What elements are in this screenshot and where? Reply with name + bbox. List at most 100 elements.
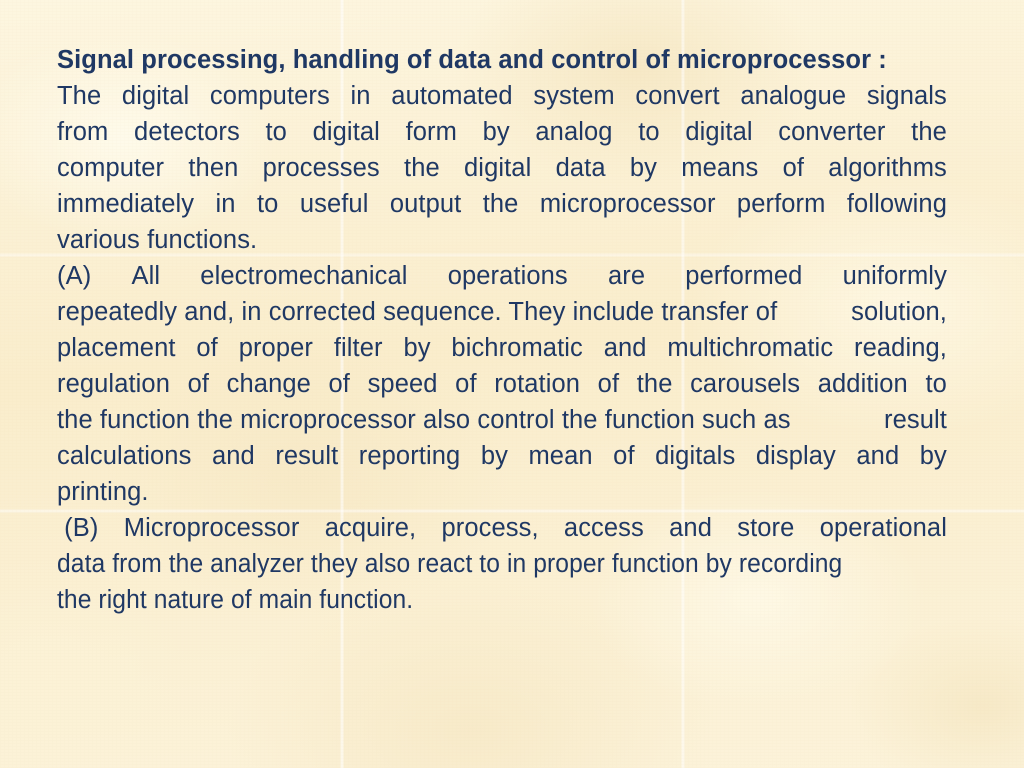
word: filter	[333, 334, 383, 362]
word: carousels	[690, 370, 801, 398]
word: converter	[778, 118, 886, 146]
word: operations	[447, 262, 568, 290]
body-line-5: various functions.	[57, 226, 258, 254]
word: of	[613, 442, 635, 470]
word: of	[597, 370, 620, 398]
word: of	[782, 154, 805, 182]
word: the	[404, 154, 440, 182]
word: operational	[819, 514, 947, 542]
word: multichromatic	[667, 334, 834, 362]
word: analogue	[740, 82, 847, 110]
word: means	[681, 154, 759, 182]
slide-text-block: Signal processing, handling of data and …	[57, 42, 947, 618]
word: display	[755, 442, 836, 470]
word: change	[226, 370, 311, 398]
body-line-9: regulation of change of speed of rotatio…	[57, 366, 947, 402]
word: in	[215, 190, 236, 218]
body-line-6-item-a: (A) All electromechanical operations are…	[57, 258, 947, 294]
word: to	[925, 370, 947, 398]
word-group: repeatedly and, in corrected sequence. T…	[57, 298, 778, 326]
word: regulation	[57, 370, 170, 398]
word: reading,	[854, 334, 947, 362]
word: are	[607, 262, 646, 290]
word: computer	[57, 154, 165, 182]
word: proper	[238, 334, 313, 362]
word: store	[737, 514, 795, 542]
word: digital	[312, 118, 380, 146]
body-line-10: the function the microprocessor also con…	[57, 402, 947, 438]
word: All	[131, 262, 161, 290]
body-line-11: calculations and result reporting by mea…	[57, 438, 947, 474]
word: The	[57, 82, 102, 110]
word: result	[884, 406, 947, 434]
body-line-3: computer then processes the digital data…	[57, 150, 947, 186]
word: digital	[685, 118, 753, 146]
word: result	[275, 442, 339, 470]
word: reporting	[358, 442, 461, 470]
word: analog	[535, 118, 613, 146]
word: detectors	[134, 118, 240, 146]
word: Microprocessor	[123, 514, 300, 542]
body-line-15: the right nature of main function.	[57, 586, 414, 614]
word: by	[629, 154, 658, 182]
body-line-13-item-b: (B) Microprocessor acquire, process, acc…	[57, 510, 947, 546]
word: by	[919, 442, 947, 470]
word: of	[196, 334, 218, 362]
word: digital	[121, 82, 190, 110]
body-line-1: The digital computers in automated syste…	[57, 78, 947, 114]
body-line-2: from detectors to digital form by analog…	[57, 114, 947, 150]
body-line-8: placement of proper filter by bichromati…	[57, 330, 947, 366]
word: in	[350, 82, 371, 110]
word: of	[328, 370, 350, 398]
word: the	[482, 190, 519, 218]
word: microprocessor	[539, 190, 716, 218]
list-label-b: (B)	[57, 514, 99, 542]
word: system	[533, 82, 615, 110]
list-label-a: (A)	[57, 262, 92, 290]
word: computers	[209, 82, 330, 110]
word: following	[846, 190, 947, 218]
word: automated	[391, 82, 513, 110]
word: bichromatic	[451, 334, 583, 362]
word: and	[856, 442, 900, 470]
word: signals	[866, 82, 947, 110]
word: electromechanical	[200, 262, 408, 290]
word: immediately	[57, 190, 195, 218]
body-line-14: data from the analyzer they also react t…	[57, 550, 843, 578]
word: acquire,	[324, 514, 417, 542]
word: useful	[299, 190, 369, 218]
word: the	[911, 118, 947, 146]
word: rotation	[494, 370, 581, 398]
word-group: the function the microprocessor also con…	[57, 406, 791, 434]
word: output	[389, 190, 462, 218]
word: by	[403, 334, 431, 362]
word: and	[669, 514, 712, 542]
slide-heading: Signal processing, handling of data and …	[57, 46, 887, 74]
word: mean	[528, 442, 593, 470]
word: solution,	[851, 298, 947, 326]
word: to	[265, 118, 287, 146]
word: and	[211, 442, 255, 470]
word: addition	[817, 370, 908, 398]
body-line-7: repeatedly and, in corrected sequence. T…	[57, 294, 947, 330]
word: placement	[57, 334, 176, 362]
word: then	[188, 154, 239, 182]
word: data	[555, 154, 606, 182]
word: uniformly	[842, 262, 947, 290]
word: speed	[367, 370, 438, 398]
body-line-12: printing.	[57, 478, 149, 506]
word: access	[563, 514, 644, 542]
word: process,	[441, 514, 539, 542]
word: performed	[685, 262, 803, 290]
word: digitals	[655, 442, 736, 470]
word: by	[480, 442, 508, 470]
word: algorithms	[828, 154, 947, 182]
word: perform	[736, 190, 826, 218]
word: and	[603, 334, 647, 362]
word: by	[482, 118, 510, 146]
word: calculations	[57, 442, 192, 470]
word: processes	[262, 154, 380, 182]
word: of	[455, 370, 477, 398]
word: form	[405, 118, 457, 146]
word: digital	[464, 154, 532, 182]
